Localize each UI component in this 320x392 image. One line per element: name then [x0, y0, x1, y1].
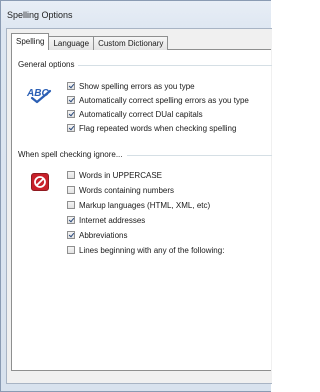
window-title: Spelling Options: [7, 10, 73, 20]
checkbox[interactable]: [67, 201, 75, 209]
general-options-header: General options: [18, 60, 272, 69]
option-label: Internet addresses: [79, 215, 146, 225]
ignore-options-header: When spell checking ignore...: [18, 150, 272, 159]
option-label: Flag repeated words when checking spelli…: [79, 123, 237, 133]
stop-icon: [31, 173, 49, 191]
option-label: Words containing numbers: [79, 185, 175, 195]
tab-language[interactable]: Language: [48, 36, 95, 50]
option-autocorrect-spelling[interactable]: Automatically correct spelling errors as…: [67, 94, 249, 106]
option-label: Show spelling errors as you type: [79, 81, 195, 91]
checkbox[interactable]: [67, 171, 75, 179]
group-divider: [126, 154, 272, 156]
checkbox[interactable]: [67, 246, 75, 254]
option-autocorrect-dual-capitals[interactable]: Automatically correct DUal capitals: [67, 108, 203, 120]
option-ignore-internet-addresses[interactable]: Internet addresses: [67, 214, 145, 226]
option-flag-repeated-words[interactable]: Flag repeated words when checking spelli…: [67, 122, 236, 134]
spellcheck-abc-icon: ABC: [26, 88, 52, 104]
tab-strip: Spelling Language Custom Dictionary: [11, 33, 169, 50]
option-label: Abbreviations: [79, 230, 128, 240]
tab-spelling[interactable]: Spelling: [11, 33, 50, 50]
spelling-tab-page: General options ABC Show spelling errors…: [11, 49, 272, 371]
option-ignore-abbreviations[interactable]: Abbreviations: [67, 229, 127, 241]
option-label: Automatically correct DUal capitals: [79, 109, 203, 119]
general-options-label: General options: [18, 60, 75, 69]
group-divider: [78, 64, 272, 66]
checkbox[interactable]: [67, 186, 75, 194]
checkbox[interactable]: [67, 82, 75, 90]
option-ignore-markup[interactable]: Markup languages (HTML, XML, etc): [67, 199, 210, 211]
checkbox[interactable]: [67, 110, 75, 118]
option-label: Words in UPPERCASE: [79, 170, 162, 180]
option-ignore-uppercase[interactable]: Words in UPPERCASE: [67, 169, 162, 181]
option-label: Lines beginning with any of the followin…: [79, 245, 225, 255]
ignore-options-label: When spell checking ignore...: [18, 150, 123, 159]
checkbox[interactable]: [67, 231, 75, 239]
option-label: Markup languages (HTML, XML, etc): [79, 200, 211, 210]
option-label: Automatically correct spelling errors as…: [79, 95, 249, 105]
checkbox[interactable]: [67, 216, 75, 224]
tab-custom-dictionary[interactable]: Custom Dictionary: [93, 36, 169, 50]
option-ignore-numbers[interactable]: Words containing numbers: [67, 184, 174, 196]
option-show-spelling-errors[interactable]: Show spelling errors as you type: [67, 80, 195, 92]
checkbox[interactable]: [67, 124, 75, 132]
option-ignore-lines-beginning[interactable]: Lines beginning with any of the followin…: [67, 244, 224, 256]
checkbox[interactable]: [67, 96, 75, 104]
